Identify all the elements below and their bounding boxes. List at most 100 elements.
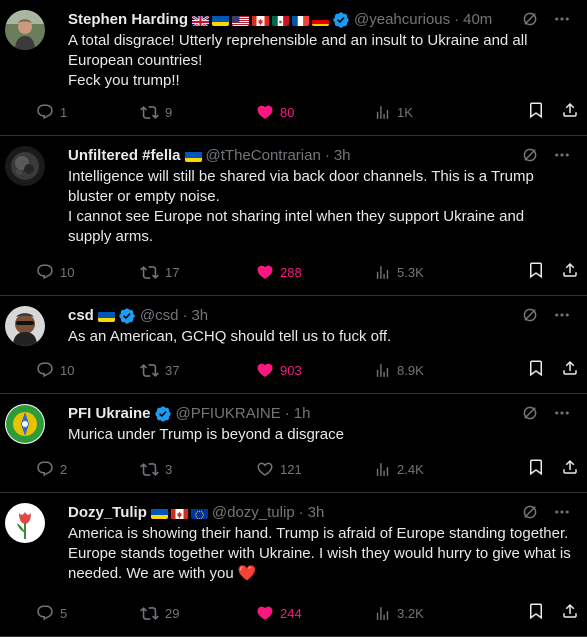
views-count: 3.2K (397, 605, 424, 621)
timestamp[interactable]: 3h (308, 503, 325, 523)
tweet[interactable]: PFI Ukraine @PFIUKRAINE · 1h Murica under Tr… (0, 394, 587, 493)
share-icon[interactable] (561, 602, 579, 625)
grok-icon[interactable] (521, 404, 539, 427)
repost-button[interactable]: 17 (140, 263, 179, 282)
repost-icon (140, 460, 159, 479)
verified-badge-icon[interactable] (118, 307, 136, 325)
like-count: 121 (280, 461, 302, 477)
like-button[interactable]: 288 (256, 263, 302, 281)
tweet-header-actions (521, 306, 571, 329)
bookmark-icon[interactable] (527, 359, 545, 382)
repost-button[interactable]: 37 (140, 361, 179, 380)
more-options-icon[interactable] (553, 146, 571, 169)
reply-icon (36, 460, 54, 478)
flag-ukraine-icon (150, 507, 168, 519)
tweet-text-line: America is showing their hand. Trump is … (68, 525, 571, 582)
separator-dot: · (182, 307, 188, 324)
bookmark-icon[interactable] (527, 602, 545, 625)
like-button[interactable]: 80 (256, 103, 294, 121)
tweet-header: Dozy_Tulip @dozy_tulip · 3h (68, 503, 571, 523)
like-count: 903 (280, 362, 302, 378)
display-name[interactable]: Unfiltered #fella (68, 146, 181, 166)
views-icon (374, 362, 391, 379)
tweet-header: Stephen Harding @yeahcurious · 40m (68, 10, 571, 30)
share-icon[interactable] (561, 101, 579, 124)
grok-icon[interactable] (521, 146, 539, 169)
views-count: 1K (397, 104, 413, 120)
reply-button[interactable]: 1 (36, 103, 67, 121)
reply-button[interactable]: 10 (36, 361, 74, 379)
avatar[interactable] (5, 503, 45, 543)
views-button[interactable]: 5.3K (374, 264, 424, 281)
like-button[interactable]: 121 (256, 460, 302, 478)
share-icon[interactable] (561, 458, 579, 481)
display-name[interactable]: csd (68, 306, 94, 326)
reply-icon (36, 263, 54, 281)
avatar[interactable] (5, 146, 45, 186)
flag-germany-icon (312, 14, 330, 26)
more-options-icon[interactable] (553, 404, 571, 427)
timestamp[interactable]: 3h (191, 306, 208, 326)
bookmark-icon[interactable] (527, 458, 545, 481)
verified-badge-icon[interactable] (332, 11, 350, 29)
separator-dot: · (324, 147, 330, 164)
avatar[interactable] (5, 404, 45, 444)
user-handle[interactable]: @PFIUKRAINE (176, 404, 281, 424)
tweet[interactable]: Dozy_Tulip @dozy_tulip · 3h America is showi… (0, 493, 587, 637)
timestamp[interactable]: 3h (334, 146, 351, 166)
timestamp[interactable]: 1h (294, 404, 311, 424)
user-handle[interactable]: @dozy_tulip (212, 503, 295, 523)
timestamp[interactable]: 40m (463, 10, 492, 30)
bookmark-icon[interactable] (527, 261, 545, 284)
repost-button[interactable]: 9 (140, 103, 172, 122)
more-options-icon[interactable] (553, 503, 571, 526)
tweet-header-actions (521, 10, 571, 33)
tweet[interactable]: Stephen Harding @yeahcurious · 40m A total d… (0, 0, 587, 136)
reply-button[interactable]: 2 (36, 460, 67, 478)
repost-icon (140, 361, 159, 380)
avatar[interactable] (5, 10, 45, 50)
views-icon (374, 461, 391, 478)
bookmark-icon[interactable] (527, 101, 545, 124)
user-handle[interactable]: @yeahcurious (354, 10, 450, 30)
views-count: 5.3K (397, 264, 424, 280)
reply-button[interactable]: 10 (36, 263, 74, 281)
reply-count: 5 (60, 605, 68, 621)
more-options-icon[interactable] (553, 10, 571, 33)
views-button[interactable]: 8.9K (374, 362, 424, 379)
views-button[interactable]: 1K (374, 104, 413, 121)
more-options-icon[interactable] (553, 306, 571, 329)
like-button[interactable]: 903 (256, 361, 302, 379)
share-icon[interactable] (561, 359, 579, 382)
tweet-text: Intelligence will still be shared via ba… (68, 167, 571, 247)
like-count: 80 (280, 104, 295, 120)
flag-emojis (184, 150, 202, 162)
repost-button[interactable]: 3 (140, 460, 172, 479)
grok-icon[interactable] (521, 503, 539, 526)
share-icon[interactable] (561, 261, 579, 284)
display-name[interactable]: PFI Ukraine (68, 404, 151, 424)
display-name[interactable]: Stephen Harding (68, 10, 188, 30)
views-icon (374, 264, 391, 281)
grok-icon[interactable] (521, 10, 539, 33)
avatar[interactable] (5, 306, 45, 346)
tweet-actions: 5 29 244 3.2K (36, 594, 577, 632)
tweet-header: Unfiltered #fella @tTheContrarian · 3h (68, 146, 571, 166)
display-name[interactable]: Dozy_Tulip (68, 503, 147, 523)
repost-button[interactable]: 29 (140, 604, 179, 623)
reply-button[interactable]: 5 (36, 604, 67, 622)
tweet[interactable]: csd @csd · 3h As an American, GCHQ should te… (0, 296, 587, 394)
verified-badge-icon[interactable] (154, 405, 172, 423)
flag-canada-icon (252, 14, 270, 26)
tweet-text: As an American, GCHQ should tell us to f… (68, 327, 571, 347)
views-button[interactable]: 2.4K (374, 461, 424, 478)
tweet-header-actions (521, 404, 571, 427)
like-button[interactable]: 244 (256, 604, 302, 622)
tweet[interactable]: Unfiltered #fella @tTheContrarian · 3h Intel… (0, 136, 587, 296)
user-handle[interactable]: @csd (140, 306, 179, 326)
user-handle[interactable]: @tTheContrarian (206, 146, 321, 166)
like-icon (256, 460, 274, 478)
views-button[interactable]: 3.2K (374, 605, 424, 622)
flag-emojis (97, 310, 115, 322)
grok-icon[interactable] (521, 306, 539, 329)
